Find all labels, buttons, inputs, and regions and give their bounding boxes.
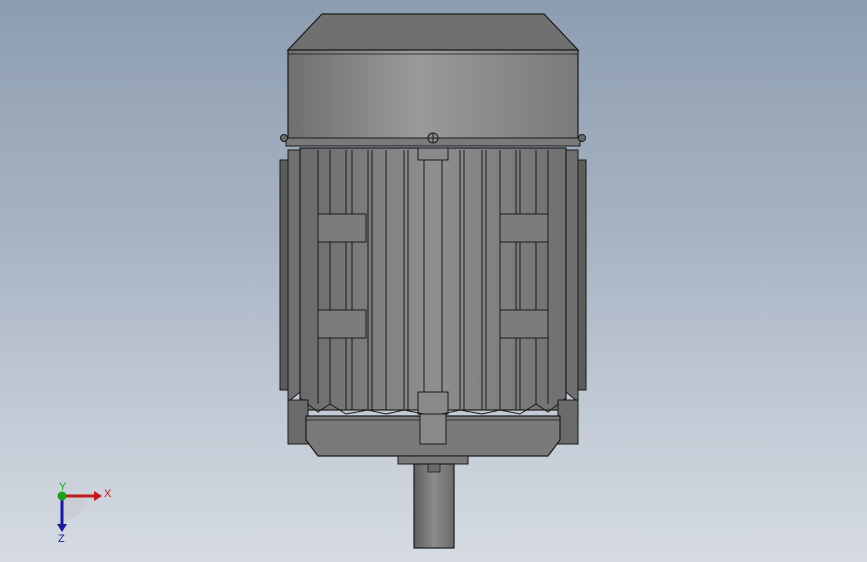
motor-model[interactable]: [0, 0, 867, 562]
y-axis-label: Y: [59, 482, 67, 493]
graphics-viewport[interactable]: X Z Y: [0, 0, 867, 562]
fan-cover[interactable]: [280, 13, 586, 147]
z-axis-label: Z: [58, 533, 65, 545]
y-axis-dot: Y: [57, 482, 67, 501]
screw-icon: [427, 132, 439, 144]
x-axis-label: X: [104, 488, 112, 500]
motor-shaft[interactable]: [397, 455, 469, 549]
finned-body[interactable]: [299, 147, 567, 415]
orientation-triad: X Z Y: [57, 482, 112, 545]
